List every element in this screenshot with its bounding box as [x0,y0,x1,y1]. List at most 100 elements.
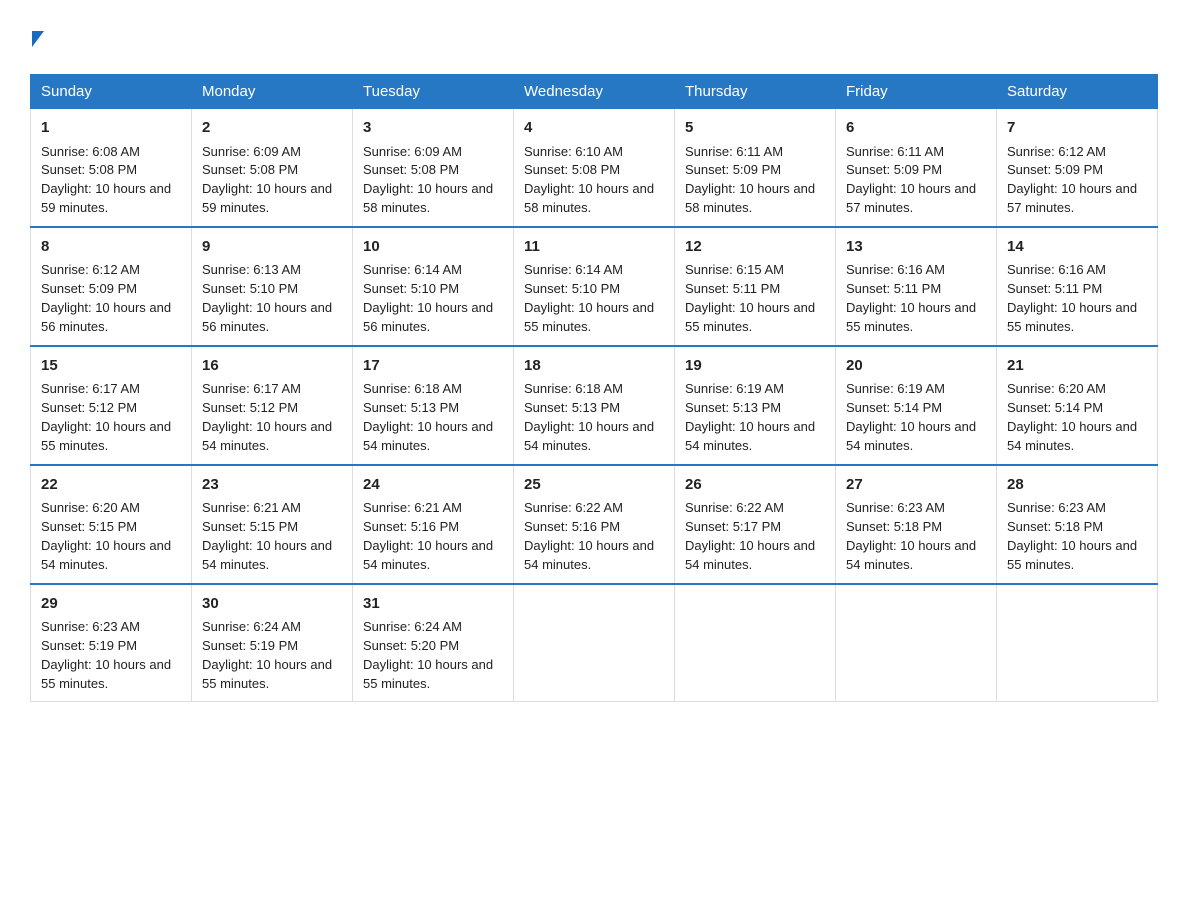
sunrise-text: Sunrise: 6:16 AM [846,261,986,280]
weekday-header-saturday: Saturday [997,75,1158,109]
day-number: 14 [1007,236,1147,259]
daylight-text: Daylight: 10 hours and 54 minutes. [363,418,503,456]
sunset-text: Sunset: 5:19 PM [41,637,181,656]
day-number: 20 [846,355,986,378]
daylight-text: Daylight: 10 hours and 55 minutes. [685,299,825,337]
daylight-text: Daylight: 10 hours and 57 minutes. [1007,180,1147,218]
daylight-text: Daylight: 10 hours and 55 minutes. [524,299,664,337]
weekday-header-sunday: Sunday [31,75,192,109]
calendar-cell: 13Sunrise: 6:16 AMSunset: 5:11 PMDayligh… [836,227,997,346]
sunrise-text: Sunrise: 6:16 AM [1007,261,1147,280]
calendar-week-3: 15Sunrise: 6:17 AMSunset: 5:12 PMDayligh… [31,346,1158,465]
sunrise-text: Sunrise: 6:17 AM [202,380,342,399]
sunset-text: Sunset: 5:09 PM [41,280,181,299]
calendar-cell: 5Sunrise: 6:11 AMSunset: 5:09 PMDaylight… [675,109,836,227]
daylight-text: Daylight: 10 hours and 54 minutes. [202,418,342,456]
logo-arrow-icon [32,31,44,47]
daylight-text: Daylight: 10 hours and 54 minutes. [202,537,342,575]
sunset-text: Sunset: 5:13 PM [524,399,664,418]
day-number: 4 [524,117,664,140]
sunrise-text: Sunrise: 6:09 AM [363,143,503,162]
logo [30,20,44,54]
day-number: 16 [202,355,342,378]
day-number: 21 [1007,355,1147,378]
weekday-header-wednesday: Wednesday [514,75,675,109]
sunset-text: Sunset: 5:14 PM [1007,399,1147,418]
daylight-text: Daylight: 10 hours and 56 minutes. [363,299,503,337]
weekday-header-friday: Friday [836,75,997,109]
sunrise-text: Sunrise: 6:12 AM [1007,143,1147,162]
daylight-text: Daylight: 10 hours and 57 minutes. [846,180,986,218]
day-number: 13 [846,236,986,259]
calendar-cell: 17Sunrise: 6:18 AMSunset: 5:13 PMDayligh… [353,346,514,465]
sunset-text: Sunset: 5:16 PM [363,518,503,537]
day-number: 24 [363,474,503,497]
calendar-cell [675,584,836,702]
calendar-cell [997,584,1158,702]
day-number: 31 [363,593,503,616]
day-number: 1 [41,117,181,140]
daylight-text: Daylight: 10 hours and 54 minutes. [685,418,825,456]
sunrise-text: Sunrise: 6:11 AM [846,143,986,162]
daylight-text: Daylight: 10 hours and 54 minutes. [846,537,986,575]
day-number: 3 [363,117,503,140]
day-number: 26 [685,474,825,497]
sunrise-text: Sunrise: 6:13 AM [202,261,342,280]
calendar-cell: 31Sunrise: 6:24 AMSunset: 5:20 PMDayligh… [353,584,514,702]
sunrise-text: Sunrise: 6:18 AM [524,380,664,399]
sunset-text: Sunset: 5:09 PM [1007,161,1147,180]
calendar-cell [514,584,675,702]
sunset-text: Sunset: 5:10 PM [524,280,664,299]
day-number: 9 [202,236,342,259]
sunrise-text: Sunrise: 6:14 AM [524,261,664,280]
day-number: 5 [685,117,825,140]
daylight-text: Daylight: 10 hours and 56 minutes. [41,299,181,337]
day-number: 10 [363,236,503,259]
calendar-cell: 26Sunrise: 6:22 AMSunset: 5:17 PMDayligh… [675,465,836,584]
calendar-week-4: 22Sunrise: 6:20 AMSunset: 5:15 PMDayligh… [31,465,1158,584]
logo-line1 [30,20,44,54]
calendar-cell: 3Sunrise: 6:09 AMSunset: 5:08 PMDaylight… [353,109,514,227]
calendar-cell: 24Sunrise: 6:21 AMSunset: 5:16 PMDayligh… [353,465,514,584]
sunrise-text: Sunrise: 6:21 AM [202,499,342,518]
day-number: 23 [202,474,342,497]
day-number: 29 [41,593,181,616]
calendar-cell: 8Sunrise: 6:12 AMSunset: 5:09 PMDaylight… [31,227,192,346]
page-header [30,20,1158,54]
daylight-text: Daylight: 10 hours and 54 minutes. [524,537,664,575]
daylight-text: Daylight: 10 hours and 58 minutes. [363,180,503,218]
sunrise-text: Sunrise: 6:23 AM [1007,499,1147,518]
calendar-cell: 16 Sunrise: 6:17 AMSunset: 5:12 PMDayligh… [192,346,353,465]
sunrise-text: Sunrise: 6:09 AM [202,143,342,162]
daylight-text: Daylight: 10 hours and 55 minutes. [846,299,986,337]
daylight-text: Daylight: 10 hours and 54 minutes. [41,537,181,575]
day-number: 19 [685,355,825,378]
calendar-cell: 18Sunrise: 6:18 AMSunset: 5:13 PMDayligh… [514,346,675,465]
sunset-text: Sunset: 5:12 PM [41,399,181,418]
sunset-text: Sunset: 5:12 PM [202,399,342,418]
day-number: 11 [524,236,664,259]
sunrise-text: Sunrise: 6:17 AM [41,380,181,399]
calendar-cell: 9Sunrise: 6:13 AMSunset: 5:10 PMDaylight… [192,227,353,346]
calendar-cell: 27Sunrise: 6:23 AMSunset: 5:18 PMDayligh… [836,465,997,584]
calendar-cell: 23Sunrise: 6:21 AMSunset: 5:15 PMDayligh… [192,465,353,584]
sunrise-text: Sunrise: 6:23 AM [846,499,986,518]
sunset-text: Sunset: 5:18 PM [846,518,986,537]
sunset-text: Sunset: 5:09 PM [846,161,986,180]
sunset-text: Sunset: 5:19 PM [202,637,342,656]
calendar-cell: 20Sunrise: 6:19 AMSunset: 5:14 PMDayligh… [836,346,997,465]
sunrise-text: Sunrise: 6:18 AM [363,380,503,399]
daylight-text: Daylight: 10 hours and 55 minutes. [202,656,342,694]
daylight-text: Daylight: 10 hours and 59 minutes. [202,180,342,218]
sunrise-text: Sunrise: 6:21 AM [363,499,503,518]
calendar-cell: 1Sunrise: 6:08 AMSunset: 5:08 PMDaylight… [31,109,192,227]
calendar-week-5: 29Sunrise: 6:23 AMSunset: 5:19 PMDayligh… [31,584,1158,702]
sunset-text: Sunset: 5:13 PM [363,399,503,418]
calendar-cell: 11 Sunrise: 6:14 AMSunset: 5:10 PMDayligh… [514,227,675,346]
sunset-text: Sunset: 5:18 PM [1007,518,1147,537]
sunrise-text: Sunrise: 6:15 AM [685,261,825,280]
calendar-week-1: 1Sunrise: 6:08 AMSunset: 5:08 PMDaylight… [31,109,1158,227]
daylight-text: Daylight: 10 hours and 54 minutes. [685,537,825,575]
daylight-text: Daylight: 10 hours and 59 minutes. [41,180,181,218]
sunrise-text: Sunrise: 6:08 AM [41,143,181,162]
